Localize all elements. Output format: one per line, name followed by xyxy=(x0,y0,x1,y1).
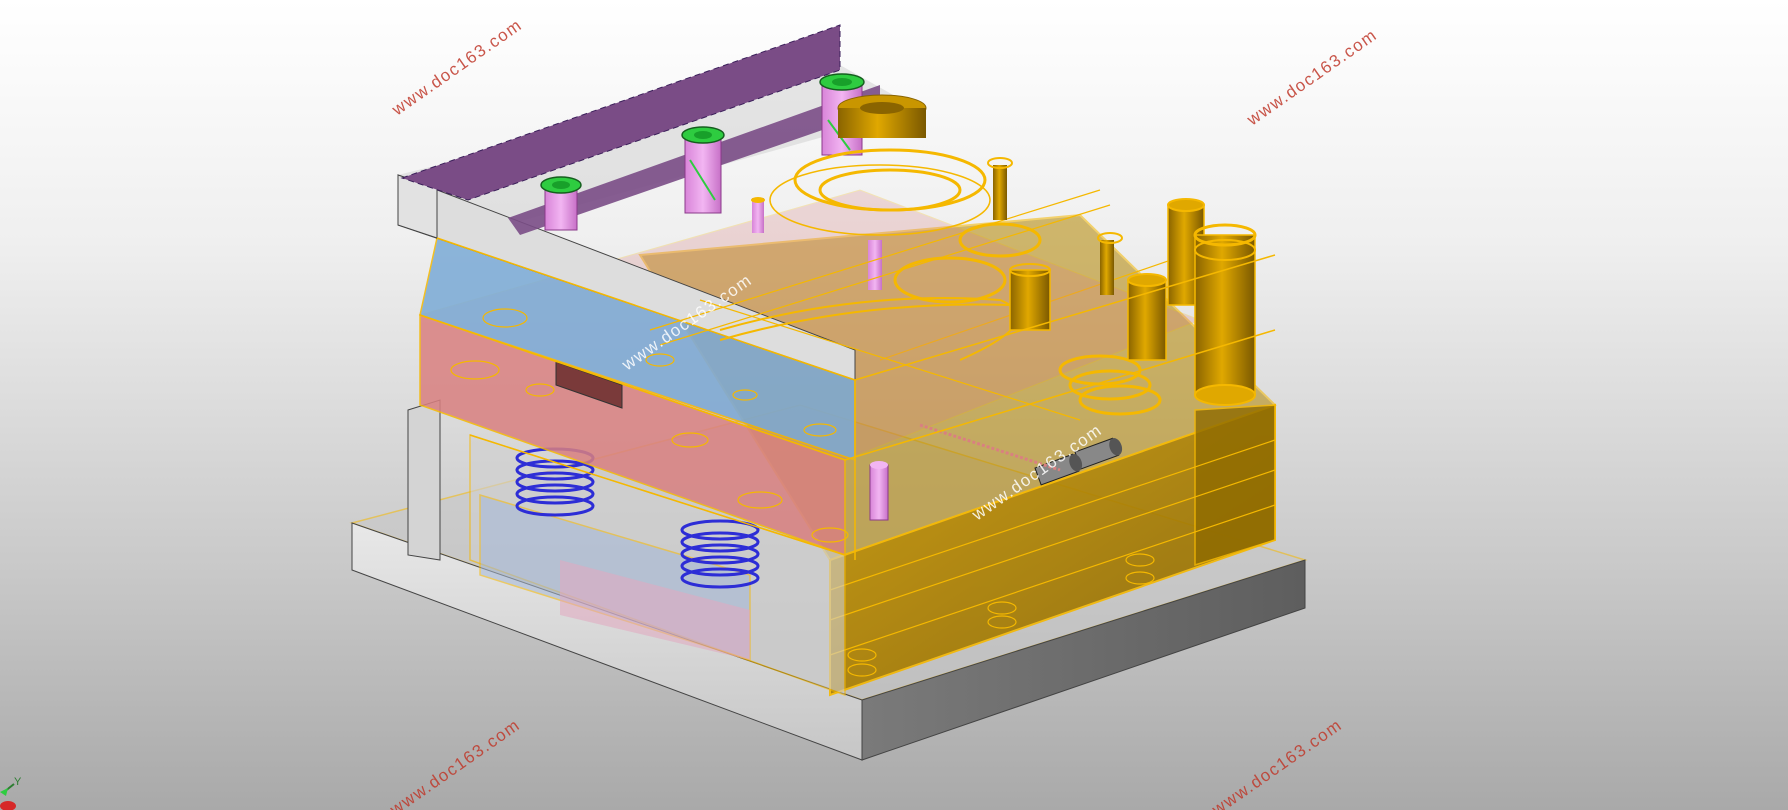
axis-triad: Y xyxy=(0,770,30,810)
cylinder-c xyxy=(1127,273,1167,361)
cylinder-d xyxy=(987,157,1013,220)
ejector-pin xyxy=(869,461,889,521)
cad-viewport[interactable]: www.doc163.com www.doc163.com www.doc163… xyxy=(0,0,1788,810)
cylinder-f xyxy=(1009,263,1051,331)
cylinder-b xyxy=(1193,223,1257,406)
screw-2 xyxy=(681,126,725,214)
screw-5 xyxy=(868,240,882,290)
screw-1 xyxy=(540,176,582,231)
screw-4 xyxy=(751,197,765,233)
axis-label-y: Y xyxy=(14,776,22,788)
sprue-bushing[interactable] xyxy=(837,94,927,138)
mold-assembly-3d-model[interactable] xyxy=(0,0,1788,810)
